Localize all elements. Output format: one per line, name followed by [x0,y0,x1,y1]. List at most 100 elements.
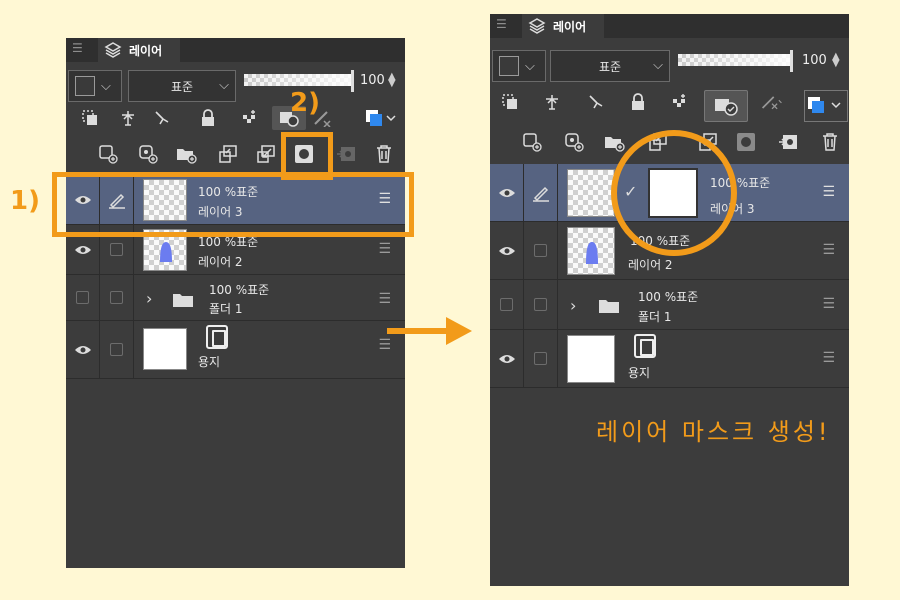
edit-checkbox[interactable] [534,298,547,311]
new-raster-layer-icon[interactable] [520,130,544,154]
layers-icon [104,41,122,59]
layer-toolrow-2 [66,142,405,172]
layer-color-icon[interactable] [362,106,402,130]
visibility-toggle[interactable] [490,164,524,221]
edit-toggle[interactable] [100,275,134,320]
new-vector-layer-icon[interactable] [562,130,586,154]
arrow-right-icon [446,317,472,345]
visibility-toggle[interactable] [66,321,100,378]
create-layer-mask-icon[interactable] [734,130,758,154]
layer-panel-before: ☰ 레이어 ⌵ 표준 ⌵ 100 ▲ ▼ 100 %표준 레이어 3 ☰ 100… [66,38,405,568]
folder-icon [599,300,619,313]
opacity-slider[interactable] [244,74,352,86]
ruler-toggle-icon[interactable] [760,90,784,114]
visibility-toggle[interactable] [66,275,100,320]
merge-down-icon[interactable] [254,142,278,166]
edit-checkbox[interactable] [534,244,547,257]
layer-menu-icon[interactable]: ☰ [378,337,391,353]
paper-row[interactable]: 용지 ☰ [490,330,849,388]
layer-color-dropdown[interactable]: ⌵ [492,50,546,82]
layer-menu-icon[interactable]: ☰ [822,184,835,200]
tab-layer[interactable]: 레이어 [522,14,604,38]
edit-checkbox[interactable] [110,291,123,304]
lock-icon[interactable] [626,90,650,114]
eye-icon [498,188,515,197]
chevron-right-icon[interactable]: › [570,296,576,315]
lock-transparency-icon[interactable] [668,90,692,114]
transfer-lower-icon[interactable] [216,142,240,166]
edit-toggle[interactable] [100,321,134,378]
tab-layer[interactable]: 레이어 [98,38,180,62]
edit-checkbox[interactable] [110,243,123,256]
opacity-slider-handle[interactable] [790,50,793,72]
edit-toggle[interactable] [524,222,558,279]
layer-color-icon[interactable] [804,90,848,122]
layer-name: 레이어 2 [628,258,673,272]
visibility-checkbox[interactable] [500,298,513,311]
layer-menu-icon[interactable]: ☰ [378,291,391,307]
opacity-slider[interactable] [678,54,790,66]
blend-mode-select[interactable]: 표준 ⌵ [550,50,670,82]
edit-checkbox[interactable] [534,352,547,365]
new-raster-layer-icon[interactable] [96,142,120,166]
layer-thumbnail [143,328,187,370]
highlight-selected-layer [52,172,414,237]
opacity-value[interactable]: 100 [360,73,385,88]
paper-row[interactable]: 용지 ☰ [66,321,405,379]
blend-mode-value: 표준 [170,79,194,94]
highlight-mask-thumbnail [611,130,737,256]
trash-icon[interactable] [818,130,842,154]
layer-color-dropdown[interactable]: ⌵ [68,70,122,102]
new-vector-layer-icon[interactable] [136,142,160,166]
edit-checkbox[interactable] [110,343,123,356]
layer-panel-after: ☰ 레이어 ⌵ 표준 ⌵ 100 ▲ ▼ ✓ 100 %표준 레이어 3 ☰ 1… [490,14,849,586]
panel-tabbar: ☰ 레이어 [66,38,405,62]
folder-row[interactable]: › 100 %표준 폴더 1 ☰ [66,275,405,321]
reference-layer-icon[interactable] [116,106,140,130]
layer-name: 용지 [198,355,221,369]
visibility-toggle[interactable] [490,280,524,329]
eye-icon [498,246,515,255]
opacity-stepper-icon[interactable]: ▲ ▼ [388,72,396,89]
apply-mask-icon[interactable] [334,142,358,166]
mask-toggle-icon[interactable] [704,90,748,122]
eye-icon [74,245,91,254]
new-folder-icon[interactable] [174,142,198,166]
draft-layer-icon[interactable] [150,106,174,130]
layer-menu-icon[interactable]: ☰ [378,241,391,257]
edit-toggle[interactable] [524,164,558,221]
edit-toggle[interactable] [524,330,558,387]
clip-icon[interactable] [78,106,102,130]
visibility-toggle[interactable] [490,222,524,279]
hamburger-icon[interactable]: ☰ [72,41,83,55]
paper-icon [634,334,656,358]
new-folder-icon[interactable] [602,130,626,154]
edit-toggle[interactable] [524,280,558,329]
reference-layer-icon[interactable] [540,90,564,114]
chevron-right-icon[interactable]: › [146,289,152,308]
layer-menu-icon[interactable]: ☰ [822,296,835,312]
visibility-toggle[interactable] [490,330,524,387]
blend-mode-select[interactable]: 표준 ⌵ [128,70,236,102]
clip-icon[interactable] [498,90,522,114]
layer-menu-icon[interactable]: ☰ [822,242,835,258]
opacity-stepper-icon[interactable]: ▲ ▼ [832,52,840,69]
draft-layer-icon[interactable] [584,90,608,114]
lock-icon[interactable] [196,106,220,130]
opacity-slider-handle[interactable] [351,70,354,92]
hamburger-icon[interactable]: ☰ [496,17,507,31]
layers-icon [528,17,546,35]
highlight-mask-button [281,132,333,180]
opacity-value[interactable]: 100 [802,53,827,68]
color-swatch-icon [75,76,95,96]
trash-icon[interactable] [372,142,396,166]
layer-toolrow-1 [66,106,405,136]
apply-mask-icon[interactable] [776,130,800,154]
tab-label: 레이어 [129,43,163,58]
chevron-down-icon: ⌵ [525,58,535,74]
arrow-shaft [387,328,447,334]
lock-transparency-icon[interactable] [238,106,262,130]
visibility-checkbox[interactable] [76,291,89,304]
folder-row[interactable]: › 100 %표준 폴더 1 ☰ [490,280,849,330]
layer-menu-icon[interactable]: ☰ [822,350,835,366]
